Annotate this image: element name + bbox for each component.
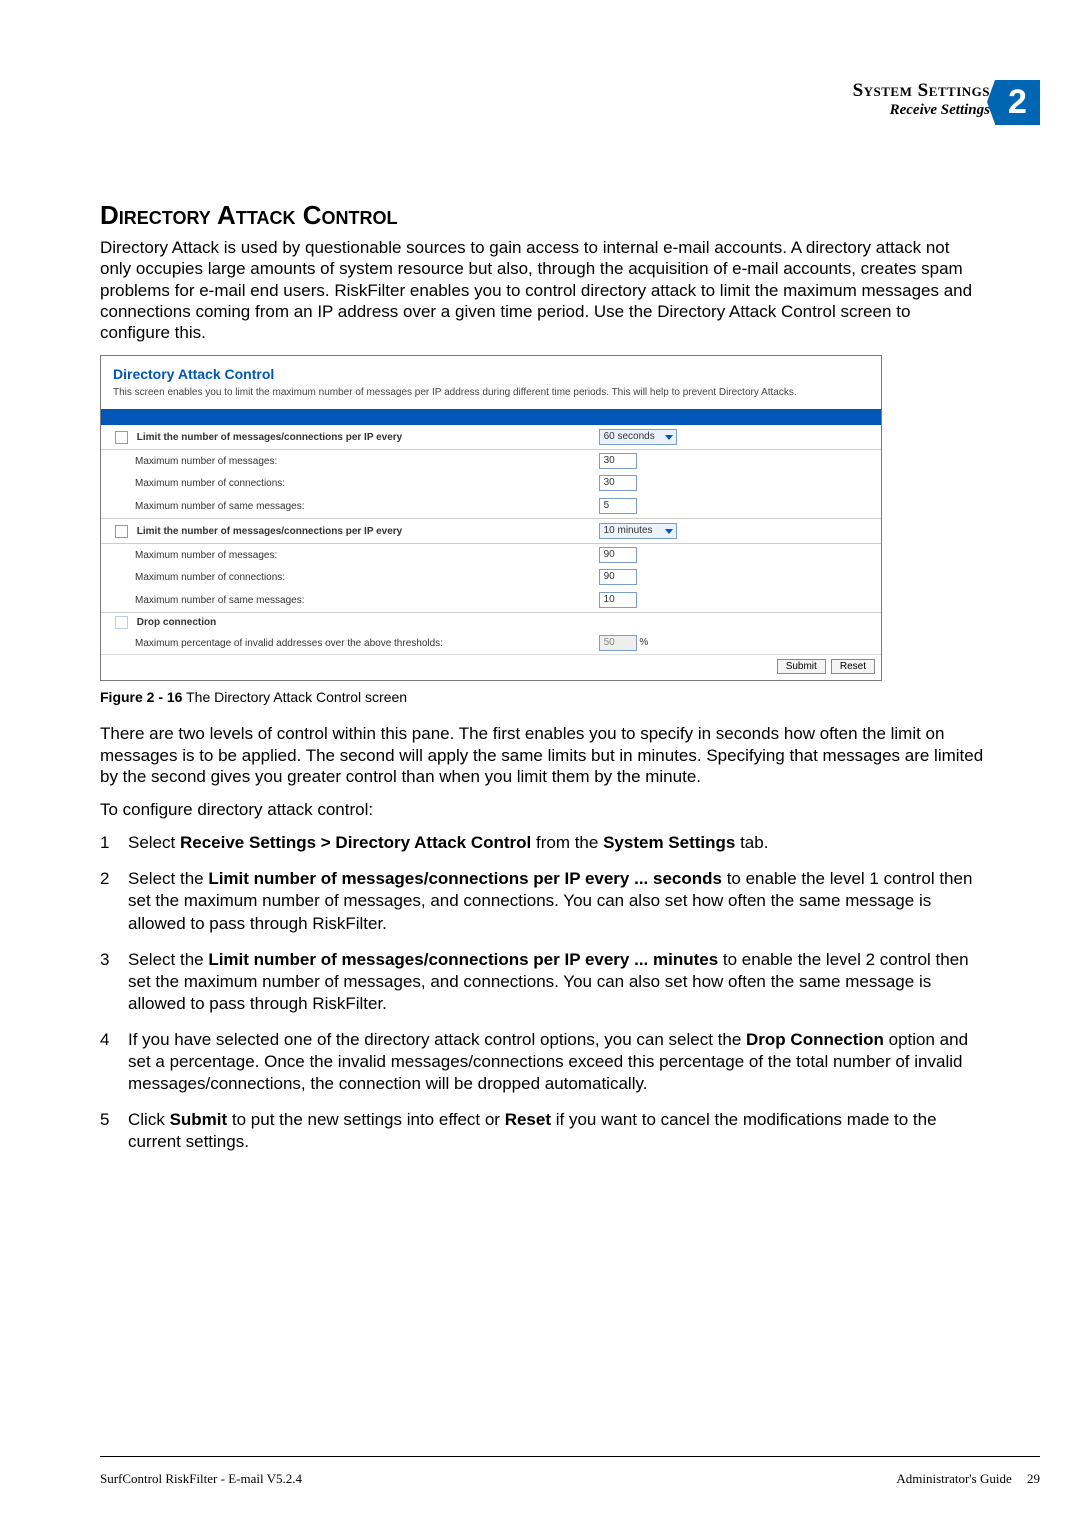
limit1-interval-select[interactable]: 60 seconds [599, 429, 677, 445]
step-2: Select the Limit number of messages/conn… [100, 868, 985, 948]
limit1-max-msgs-label: Maximum number of messages: [135, 456, 277, 467]
footer-left: SurfControl RiskFilter - E-mail V5.2.4 [100, 1471, 302, 1487]
limit1-max-conns-input[interactable]: 30 [599, 475, 637, 491]
header-subtitle: Receive Settings [853, 102, 990, 119]
drop-pct-label: Maximum percentage of invalid addresses … [135, 638, 443, 649]
limit2-checkbox[interactable] [115, 525, 128, 538]
limit2-max-msgs-input[interactable]: 90 [599, 547, 637, 563]
footer-rule [100, 1456, 1040, 1457]
page-footer: SurfControl RiskFilter - E-mail V5.2.4 A… [100, 1471, 1040, 1487]
intro-paragraph: Directory Attack is used by questionable… [100, 237, 985, 343]
drop-connection-checkbox[interactable] [115, 616, 128, 629]
limit2-max-same-label: Maximum number of same messages: [135, 595, 305, 606]
panel-description: This screen enables you to limit the max… [101, 386, 881, 409]
panel-title: Directory Attack Control [101, 356, 881, 386]
drop-pct-input[interactable]: 50 [599, 635, 637, 651]
page-header: System Settings Receive Settings [853, 80, 990, 119]
chapter-number-badge: 2 [995, 80, 1040, 125]
steps-list: Select Receive Settings > Directory Atta… [100, 832, 985, 1167]
limit1-max-msgs-input[interactable]: 30 [599, 453, 637, 469]
step-3: Select the Limit number of messages/conn… [100, 949, 985, 1029]
percent-sign: % [639, 637, 648, 648]
footer-right: Administrator's Guide [896, 1471, 1011, 1486]
submit-button[interactable]: Submit [777, 659, 826, 674]
body-paragraph-3: To configure directory attack control: [100, 799, 985, 820]
limit2-label: Limit the number of messages/connections… [137, 526, 402, 537]
panel-color-bar [101, 409, 881, 425]
body-paragraph-2: There are two levels of control within t… [100, 723, 985, 787]
drop-connection-label: Drop connection [137, 617, 216, 628]
limit1-checkbox[interactable] [115, 431, 128, 444]
limit2-max-same-input[interactable]: 10 [599, 592, 637, 608]
step-5: Click Submit to put the new settings int… [100, 1109, 985, 1167]
header-title: System Settings [853, 80, 990, 102]
reset-button[interactable]: Reset [831, 659, 875, 674]
limit2-interval-select[interactable]: 10 minutes [599, 523, 677, 539]
figure-caption-text: The Directory Attack Control screen [182, 689, 407, 705]
section-heading: Directory Attack Control [100, 200, 985, 231]
limit1-max-same-label: Maximum number of same messages: [135, 501, 305, 512]
limit2-max-conns-label: Maximum number of connections: [135, 572, 285, 583]
limit1-max-conns-label: Maximum number of connections: [135, 478, 285, 489]
figure-caption: Figure 2 - 16 The Directory Attack Contr… [100, 689, 985, 705]
step-4: If you have selected one of the director… [100, 1029, 985, 1109]
directory-attack-panel: Directory Attack Control This screen ena… [100, 355, 882, 681]
limit1-max-same-input[interactable]: 5 [599, 498, 637, 514]
step-1: Select Receive Settings > Directory Atta… [100, 832, 985, 868]
limit1-label: Limit the number of messages/connections… [137, 432, 402, 443]
figure-caption-number: Figure 2 - 16 [100, 689, 182, 705]
limit2-max-msgs-label: Maximum number of messages: [135, 550, 277, 561]
limit2-max-conns-input[interactable]: 90 [599, 569, 637, 585]
page-number: 29 [1027, 1471, 1040, 1486]
